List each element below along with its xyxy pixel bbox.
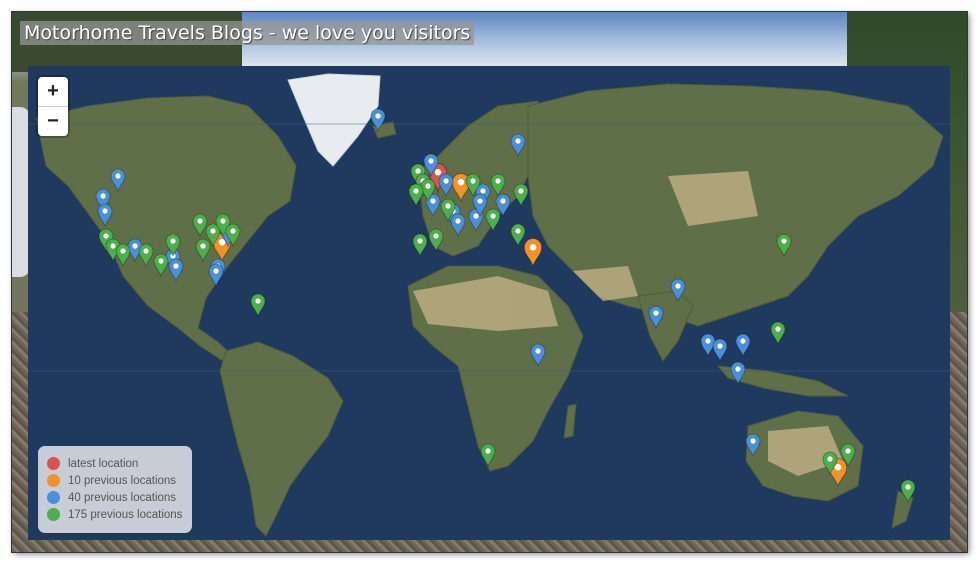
map-marker-icon[interactable]	[408, 183, 424, 208]
zoom-in-button[interactable]: +	[38, 77, 68, 107]
legend-dot-red	[47, 457, 60, 470]
minus-icon: −	[47, 110, 59, 132]
legend-label: 10 previous locations	[68, 474, 177, 487]
page-title: Motorhome Travels Blogs - we love you vi…	[20, 21, 475, 45]
north-america	[35, 95, 297, 362]
madagascar	[563, 403, 577, 439]
legend-label: latest location	[68, 457, 139, 470]
zoom-out-button[interactable]: −	[38, 107, 68, 136]
legend-label: 175 previous locations	[68, 508, 183, 521]
plus-icon: +	[47, 80, 59, 102]
india	[637, 290, 694, 362]
map-marker-icon[interactable]	[523, 238, 543, 268]
world-map[interactable]: + − latest location 10 previous location…	[28, 66, 950, 540]
greenland	[287, 73, 381, 167]
map-marker-icon[interactable]	[412, 233, 428, 258]
legend-item: latest location	[47, 455, 192, 472]
map-marker-icon[interactable]	[250, 293, 266, 318]
map-marker-icon[interactable]	[510, 223, 526, 248]
legend-label: 40 previous locations	[68, 491, 177, 504]
map-legend: latest location 10 previous locations 40…	[38, 446, 192, 533]
legend-item: 175 previous locations	[47, 506, 192, 523]
map-marker-icon[interactable]	[770, 321, 786, 346]
legend-dot-green	[47, 508, 60, 521]
zoom-control: + −	[38, 77, 68, 136]
legend-dot-blue	[47, 491, 60, 504]
legend-dot-orange	[47, 474, 60, 487]
legend-item: 10 previous locations	[47, 472, 192, 489]
map-marker-icon[interactable]	[735, 333, 751, 358]
legend-item: 40 previous locations	[47, 489, 192, 506]
map-marker-icon[interactable]	[712, 338, 728, 363]
map-marker-icon[interactable]	[513, 183, 529, 208]
backdrop-photo: Motorhome Travels Blogs - we love you vi…	[12, 12, 967, 552]
